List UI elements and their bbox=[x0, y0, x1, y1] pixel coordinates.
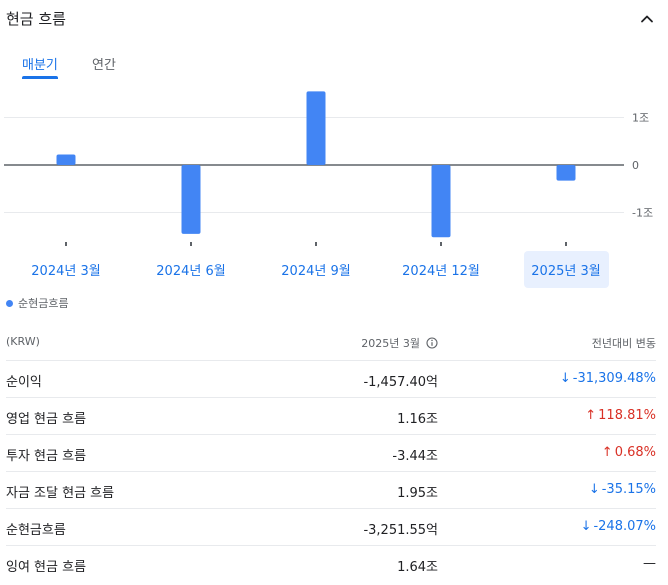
row-change: ↓ -35.15% bbox=[589, 482, 656, 497]
row-label: 영업 현금 흐름 bbox=[6, 412, 87, 427]
active-tab-indicator bbox=[22, 76, 58, 79]
cash-flow-chart: 1조 0 -1조 2024년 3월 2024년 6월 2024년 9월 2024년 12월 2… bbox=[4, 91, 653, 288]
period-header-label: 2025년 3월 bbox=[361, 337, 420, 350]
row-label: 자금 조달 현금 흐름 bbox=[6, 486, 115, 501]
x-tick-label[interactable]: 2024년 9월 bbox=[281, 264, 350, 279]
tab-annual-label: 연간 bbox=[92, 58, 116, 73]
table-header: (KRW) 2025년 3월 전년대비 변동 bbox=[6, 322, 656, 361]
arrow-down-icon: ↓ bbox=[588, 482, 600, 497]
row-change-value: -31,309.48% bbox=[572, 371, 656, 386]
y-tick-label: -1조 bbox=[632, 207, 653, 220]
row-label: 잉여 현금 흐름 bbox=[6, 560, 87, 575]
tab-annual[interactable]: 연간 bbox=[92, 54, 116, 73]
table-row: 잉여 현금 흐름 1.64조 — bbox=[6, 546, 656, 582]
section-title: 현금 흐름 bbox=[6, 10, 66, 28]
chart-legend: 순현금흐름 bbox=[6, 295, 69, 311]
row-value: -3,251.55억 bbox=[363, 523, 438, 538]
row-value: 1.16조 bbox=[397, 412, 438, 427]
row-change: ↓ -31,309.48% bbox=[560, 371, 656, 386]
period-header: 2025년 3월 bbox=[361, 335, 438, 351]
x-tick-label[interactable]: 2024년 6월 bbox=[156, 264, 225, 279]
x-tick-label[interactable]: 2024년 3월 bbox=[31, 264, 100, 279]
chevron-up-icon[interactable] bbox=[640, 12, 654, 26]
row-change: — bbox=[643, 556, 656, 571]
row-change-value: -35.15% bbox=[601, 482, 656, 497]
row-value: -3.44조 bbox=[392, 449, 438, 464]
x-tick-label[interactable]: 2025년 3월 bbox=[531, 264, 600, 279]
currency-header: (KRW) bbox=[6, 335, 40, 348]
chart-bar bbox=[306, 91, 326, 165]
row-value: -1,457.40억 bbox=[363, 375, 438, 390]
row-change-value: 0.68% bbox=[614, 445, 656, 460]
arrow-down-icon: ↓ bbox=[580, 519, 592, 534]
table-row: 투자 현금 흐름 -3.44조 ↑ 0.68% bbox=[6, 435, 656, 472]
row-change: ↓ -248.07% bbox=[581, 519, 656, 534]
tab-quarterly[interactable]: 매분기 bbox=[22, 54, 58, 79]
arrow-down-icon: ↓ bbox=[559, 371, 571, 386]
arrow-up-icon: ↑ bbox=[585, 408, 597, 423]
row-change: ↑ 0.68% bbox=[602, 445, 656, 460]
cash-flow-table: (KRW) 2025년 3월 전년대비 변동 순이익 -1,457.40억 ↓ -31… bbox=[6, 322, 656, 582]
tab-quarterly-label: 매분기 bbox=[22, 58, 58, 73]
arrow-up-icon: ↑ bbox=[601, 445, 613, 460]
info-icon[interactable] bbox=[426, 337, 438, 349]
y-tick-label: 1조 bbox=[632, 112, 649, 125]
row-change-value: — bbox=[643, 556, 656, 571]
row-change-value: 118.81% bbox=[598, 408, 656, 423]
row-label: 순이익 bbox=[6, 375, 42, 390]
table-row: 순이익 -1,457.40억 ↓ -31,309.48% bbox=[6, 361, 656, 398]
row-label: 순현금흐름 bbox=[6, 523, 66, 538]
x-tick-label[interactable]: 2024년 12월 bbox=[402, 264, 480, 279]
y-tick-label: 0 bbox=[632, 159, 639, 172]
row-value: 1.95조 bbox=[397, 486, 438, 501]
section-header: 현금 흐름 bbox=[6, 6, 658, 32]
chart-bar bbox=[56, 154, 76, 165]
table-row: 영업 현금 흐름 1.16조 ↑ 118.81% bbox=[6, 398, 656, 435]
table-body: 순이익 -1,457.40억 ↓ -31,309.48% 영업 현금 흐름 1.16조 ↑ 1… bbox=[6, 361, 656, 582]
row-label: 투자 현금 흐름 bbox=[6, 449, 87, 464]
change-header: 전년대비 변동 bbox=[591, 337, 656, 350]
chart-bar bbox=[181, 165, 201, 234]
table-row: 자금 조달 현금 흐름 1.95조 ↓ -35.15% bbox=[6, 472, 656, 509]
row-change: ↑ 118.81% bbox=[585, 408, 656, 423]
table-row: 순현금흐름 -3,251.55억 ↓ -248.07% bbox=[6, 509, 656, 546]
chart-bar bbox=[556, 165, 576, 181]
chart-bar bbox=[431, 165, 451, 238]
row-change-value: -248.07% bbox=[593, 519, 656, 534]
row-value: 1.64조 bbox=[397, 560, 438, 575]
legend-swatch bbox=[6, 299, 13, 307]
legend-label: 순현금흐름 bbox=[18, 297, 69, 310]
